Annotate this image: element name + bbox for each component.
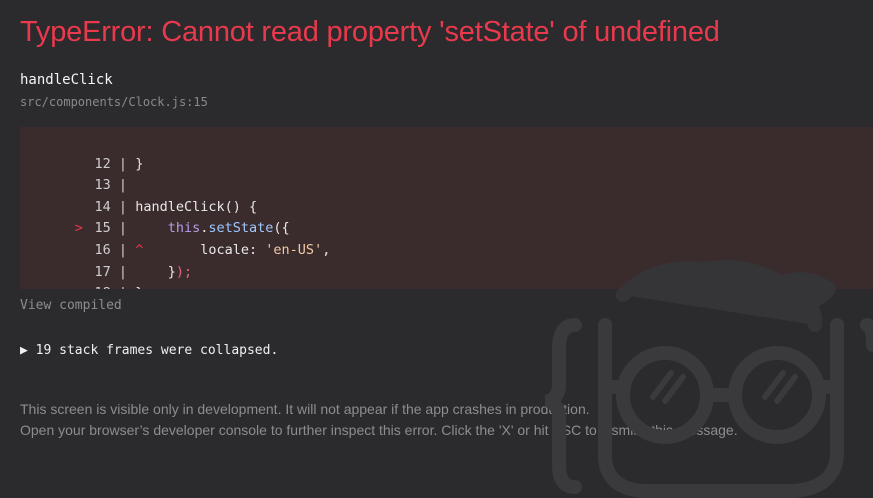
code-line: 14 | handleClick() { — [20, 175, 873, 215]
code-line: 13 | — [20, 154, 873, 193]
error-function-name: handleClick — [20, 72, 113, 88]
code-line: 12 | } — [20, 132, 873, 172]
stack-frames-toggle[interactable]: ▶ 19 stack frames were collapsed. — [20, 343, 278, 358]
code-line-highlighted: >15 | this.setState({ — [20, 197, 873, 236]
code-frame: 12 | } 13 | 14 | handleClick() { >15 | t… — [20, 127, 873, 289]
line-number: 18 — [91, 283, 111, 289]
error-title: TypeError: Cannot read property 'setStat… — [20, 16, 720, 48]
error-overlay: TypeError: Cannot read property 'setStat… — [0, 0, 873, 498]
view-compiled-link[interactable]: View compiled — [20, 298, 122, 313]
code-line: 17 | }); — [20, 240, 873, 280]
code-line: 16 | ^ locale: 'en-US', — [20, 218, 873, 258]
line-separator: | — [111, 285, 127, 289]
code-line: 18 | } — [20, 262, 873, 289]
error-file-path[interactable]: src/components/Clock.js:15 — [20, 95, 208, 109]
line-code: } — [127, 285, 143, 289]
footer-line-2: Open your browser’s developer console to… — [20, 422, 738, 438]
footer-message: This screen is visible only in developme… — [20, 399, 738, 441]
footer-line-1: This screen is visible only in developme… — [20, 401, 590, 417]
react-logo-face-icon — [545, 259, 873, 498]
